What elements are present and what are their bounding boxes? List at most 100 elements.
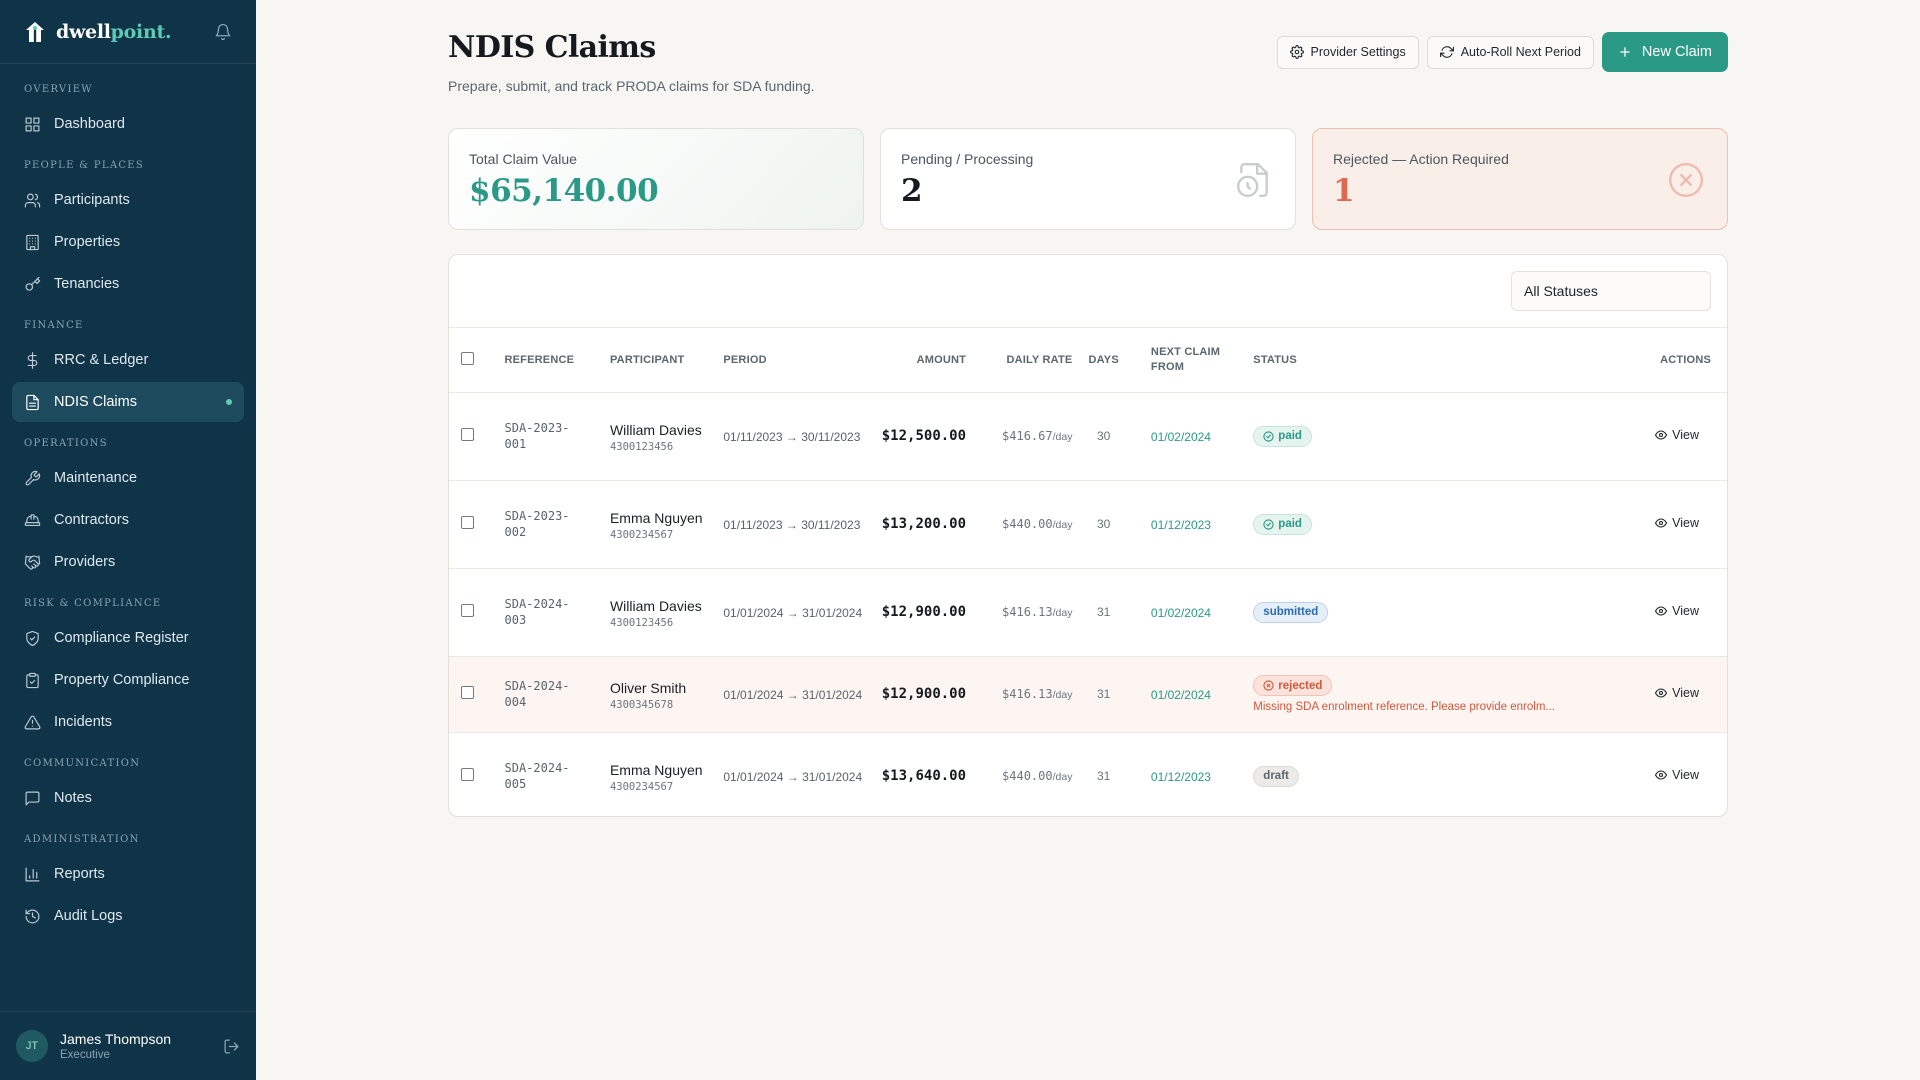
sidebar-item-dashboard[interactable]: Dashboard [12, 104, 244, 144]
summary-cards: Total Claim Value $65,140.00 Pending / P… [448, 128, 1728, 230]
view-button[interactable]: View [1655, 516, 1699, 530]
sidebar-header: dwellpoint. [0, 0, 256, 64]
col-period[interactable]: PERIOD [723, 328, 881, 392]
user-panel: JT James Thompson Executive [0, 1011, 256, 1080]
provider-settings-label: Provider Settings [1310, 45, 1406, 59]
participant-name[interactable]: William Davies [610, 596, 709, 616]
status-badge: paid [1253, 513, 1312, 535]
next-claim-date: 01/12/2023 [1150, 769, 1211, 784]
daily-rate: $440.00 [1002, 769, 1053, 784]
sidebar-item-ndis-claims[interactable]: NDIS Claims [12, 382, 244, 422]
logout-icon[interactable] [223, 1038, 240, 1055]
row-checkbox[interactable] [461, 686, 474, 699]
sidebar-item-incidents[interactable]: Incidents [12, 702, 244, 742]
sidebar-item-contractors[interactable]: Contractors [12, 500, 244, 540]
col-participant[interactable]: PARTICIPANT [610, 328, 723, 392]
claims-table: REFERENCE PARTICIPANT PERIOD AMOUNT DAIL… [449, 328, 1727, 816]
col-status[interactable]: STATUS [1249, 328, 1618, 392]
dollar-icon [27, 351, 38, 369]
sidebar-item-properties[interactable]: Properties [12, 222, 244, 262]
sidebar-item-property-compliance[interactable]: Property Compliance [12, 660, 244, 700]
sidebar-item-reports[interactable]: Reports [12, 854, 244, 894]
col-amount[interactable]: AMOUNT [882, 328, 966, 392]
row-checkbox[interactable] [461, 516, 474, 529]
nav-section-title: OVERVIEW [24, 84, 93, 95]
claim-reference[interactable]: SDA-2024-003 [505, 596, 577, 628]
table-row[interactable]: SDA-2024-004 Oliver Smith 4300345678 01/0… [449, 656, 1727, 732]
sidebar-item-label: NDIS Claims [54, 394, 137, 410]
auto-roll-button[interactable]: Auto-Roll Next Period [1426, 35, 1594, 69]
table-row[interactable]: SDA-2024-005 Emma Nguyen 4300234567 01/01… [449, 732, 1727, 816]
view-button[interactable]: View [1655, 604, 1699, 618]
col-reference[interactable]: REFERENCE [505, 328, 610, 392]
col-actions: ACTIONS [1660, 353, 1711, 366]
claim-period: 01/01/2024 → 31/01/2024 [723, 605, 863, 620]
table-row[interactable]: SDA-2024-003 William Davies 4300123456 01… [449, 568, 1727, 656]
page-title: NDIS Claims [448, 30, 656, 65]
view-button[interactable]: View [1655, 768, 1699, 782]
new-claim-button[interactable]: New Claim [1601, 32, 1728, 72]
status-filter-select[interactable]: All Statuses [1511, 271, 1711, 311]
col-daily-rate[interactable]: DAILY RATE [966, 328, 1072, 392]
active-indicator-dot [226, 399, 232, 405]
per-day-unit: /day [1052, 431, 1073, 443]
sidebar-item-participants[interactable]: Participants [12, 180, 244, 220]
sidebar-item-label: Participants [54, 192, 130, 208]
user-info: James Thompson Executive [60, 1031, 171, 1061]
col-days[interactable]: DAYS [1072, 328, 1134, 392]
sidebar-item-label: Property Compliance [54, 672, 190, 688]
provider-settings-button[interactable]: Provider Settings [1276, 35, 1419, 69]
table-row[interactable]: SDA-2023-001 William Davies 4300123456 01… [449, 392, 1727, 480]
eye-icon [1655, 770, 1668, 780]
claim-period: 01/11/2023 → 30/11/2023 [723, 517, 861, 532]
claim-reference[interactable]: SDA-2024-004 [505, 678, 577, 710]
sidebar-item-providers[interactable]: Providers [12, 542, 244, 582]
row-checkbox[interactable] [461, 768, 474, 782]
new-claim-label: New Claim [1641, 44, 1712, 60]
participant-name[interactable]: Emma Nguyen [610, 760, 709, 780]
logo[interactable]: dwellpoint. [24, 20, 172, 44]
key-icon [25, 276, 41, 291]
view-label: View [1672, 516, 1699, 530]
daily-rate: $416.13 [1002, 605, 1053, 619]
select-all-checkbox[interactable] [461, 351, 474, 365]
sidebar-item-tenancies[interactable]: Tenancies [12, 264, 244, 304]
sidebar-item-label: Dashboard [54, 116, 125, 132]
sidebar-item-rrc-ledger[interactable]: RRC & Ledger [12, 340, 244, 380]
row-checkbox[interactable] [461, 604, 474, 617]
bar-chart-icon [25, 867, 40, 881]
table-row[interactable]: SDA-2023-002 Emma Nguyen 4300234567 01/11… [449, 480, 1727, 568]
handshake-icon [24, 555, 41, 570]
warning-icon [24, 714, 41, 729]
sidebar-item-label: Audit Logs [54, 908, 123, 924]
nav-section-title: COMMUNICATION [24, 758, 141, 769]
claim-reference[interactable]: SDA-2023-001 [505, 420, 577, 452]
status-text: rejected [1278, 679, 1323, 692]
view-button[interactable]: View [1655, 686, 1699, 700]
participant-ndis-number: 4300345678 [609, 698, 674, 711]
claim-amount: $12,500.00 [881, 428, 967, 444]
avatar[interactable]: JT [16, 1030, 48, 1062]
claim-reference[interactable]: SDA-2024-005 [505, 760, 577, 792]
sidebar-item-label: Tenancies [54, 276, 120, 292]
col-next-claim[interactable]: NEXT CLAIM FROM [1135, 328, 1249, 392]
sidebar-item-maintenance[interactable]: Maintenance [12, 458, 244, 498]
participant-name[interactable]: William Davies [610, 420, 709, 440]
bell-icon[interactable] [214, 23, 232, 41]
rejected-value: 1 [1333, 173, 1355, 209]
participant-name[interactable]: Oliver Smith [610, 678, 709, 698]
participant-name[interactable]: Emma Nguyen [610, 508, 709, 528]
claim-reference[interactable]: SDA-2023-002 [505, 508, 577, 540]
logo-text: dwellpoint. [56, 20, 172, 43]
per-day-unit: /day [1052, 607, 1073, 619]
sidebar-item-audit-logs[interactable]: Audit Logs [12, 896, 244, 936]
header-actions: Provider Settings Auto-Roll Next Period … [1276, 32, 1728, 72]
sidebar-item-label: RRC & Ledger [54, 352, 149, 368]
nav-section-title: ADMINISTRATION [24, 834, 140, 845]
sidebar-item-notes[interactable]: Notes [12, 778, 244, 818]
view-button[interactable]: View [1655, 428, 1699, 442]
row-checkbox[interactable] [461, 428, 474, 441]
next-claim-date: 01/02/2024 [1150, 687, 1211, 702]
sidebar-item-compliance-register[interactable]: Compliance Register [12, 618, 244, 658]
user-role: Executive [60, 1049, 110, 1061]
